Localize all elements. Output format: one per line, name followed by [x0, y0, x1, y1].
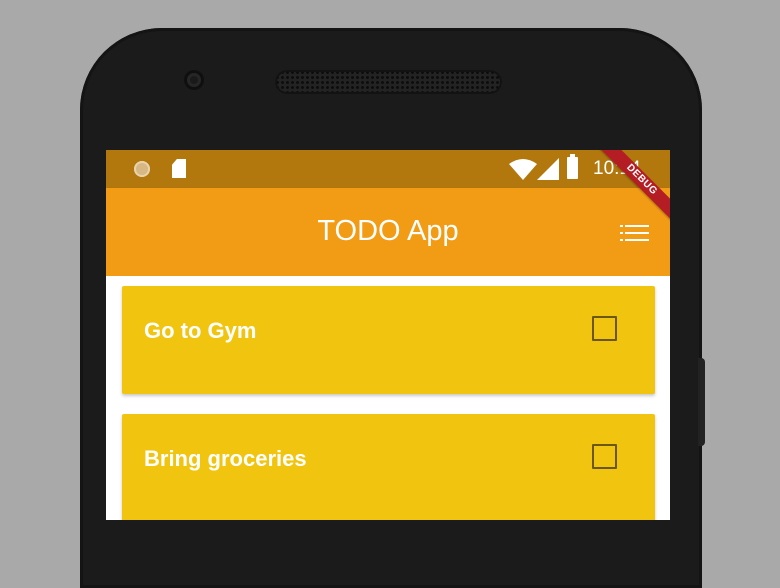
todo-text: Go to Gym	[144, 318, 257, 343]
todo-item[interactable]: Go to Gym	[122, 286, 655, 394]
todo-item[interactable]: Bring groceries	[122, 414, 655, 520]
cell-signal-icon	[537, 158, 559, 180]
battery-icon	[567, 154, 578, 179]
todo-list: Go to Gym Bring groceries	[106, 276, 670, 520]
todo-checkbox[interactable]	[592, 316, 617, 341]
todo-checkbox[interactable]	[592, 444, 617, 469]
todo-text: Bring groceries	[144, 446, 307, 471]
wifi-icon: ×	[509, 159, 537, 180]
notification-circle-icon	[134, 161, 150, 177]
status-bar: × 10:14	[106, 150, 670, 188]
app-title: TODO App	[317, 215, 459, 247]
power-button	[698, 358, 705, 446]
list-menu-icon[interactable]	[620, 223, 649, 243]
sd-card-icon	[172, 159, 186, 178]
front-camera	[184, 70, 204, 90]
app-bar: TODO App	[106, 188, 670, 276]
speaker-grille	[275, 70, 502, 94]
svg-text:×: ×	[527, 172, 534, 180]
app-screen: × 10:14 TODO App DEBUG Go to Gym Bring g…	[106, 150, 670, 520]
